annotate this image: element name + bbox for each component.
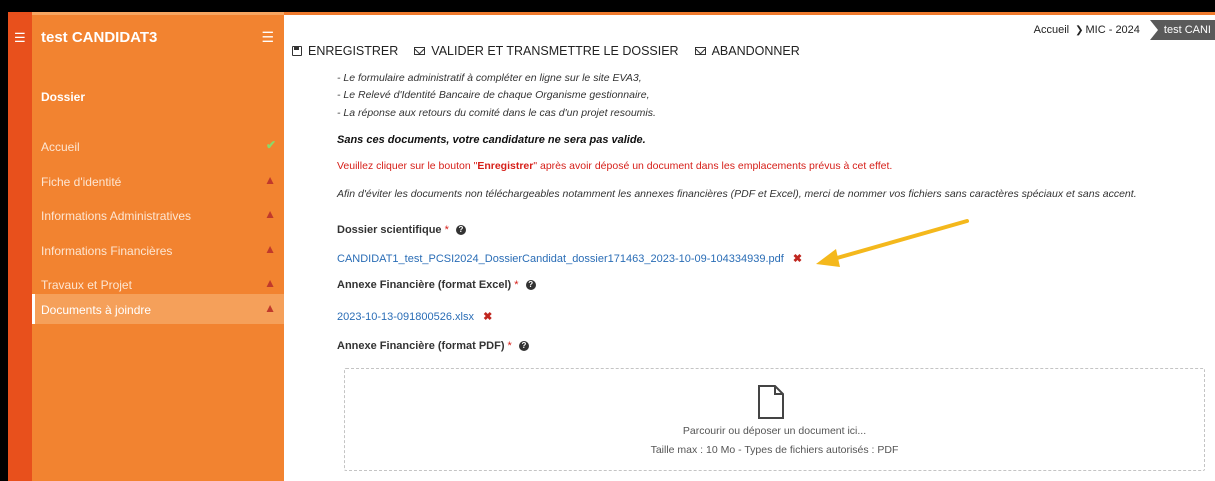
abandon-label: ABANDONNER — [711, 44, 800, 58]
breadcrumb-home[interactable]: Accueil — [1026, 24, 1075, 36]
warning-icon: ▲ — [264, 242, 276, 256]
instruction-line: - Le Relevé d'Identité Bancaire de chaqu… — [337, 89, 650, 101]
validate-submit-button[interactable]: VALIDER ET TRANSMETTRE LE DOSSIER — [414, 44, 679, 58]
envelope-icon — [414, 47, 426, 55]
floppy-icon — [292, 46, 302, 56]
pdf-dropzone[interactable]: Parcourir ou déposer un document ici... … — [344, 368, 1205, 471]
help-icon[interactable]: ? — [518, 341, 529, 352]
sidebar-item-informations-financieres[interactable]: Informations Financières ▲ — [32, 235, 284, 265]
main-panel: Accueil ❯ MIC - 2024 test CANI ENREGISTR… — [284, 12, 1215, 481]
dropzone-hint: Taille max : 10 Mo - Types de fichiers a… — [650, 444, 899, 456]
sidebar-item-label: Informations Administratives — [41, 209, 192, 223]
validate-label: VALIDER ET TRANSMETTRE LE DOSSIER — [431, 44, 679, 58]
annexe-excel-label: Annexe Financière (format Excel) * ? — [337, 279, 536, 291]
chevron-right-icon: ❯ — [1075, 24, 1084, 36]
required-marker: * — [444, 224, 449, 236]
instruction-line: - La réponse aux retours du comité dans … — [337, 107, 656, 119]
field-label-text: Dossier scientifique — [337, 224, 442, 236]
excel-file-row: 2023-10-13-091800526.xlsx ✖ — [337, 310, 492, 323]
annexe-pdf-label: Annexe Financière (format PDF) * ? — [337, 340, 529, 352]
sidebar-item-label: Documents à joindre — [41, 303, 152, 317]
sidebar-item-accueil[interactable]: Accueil ✔ — [32, 131, 284, 161]
help-icon[interactable]: ? — [525, 280, 536, 291]
field-label-text: Annexe Financière (format PDF) — [337, 340, 505, 352]
save-reminder-suffix: " après avoir déposé un document dans le… — [533, 160, 893, 172]
breadcrumb-campaign[interactable]: MIC - 2024 — [1084, 24, 1150, 36]
sidebar-item-label: Accueil — [41, 140, 80, 154]
sidebar-toggle-icon[interactable]: ☰ — [261, 29, 274, 46]
warning-icon: ▲ — [264, 276, 276, 290]
abandon-button[interactable]: ABANDONNER — [694, 44, 800, 58]
sidebar-section-title: Dossier — [41, 90, 86, 104]
breadcrumb-current: test CANI — [1149, 20, 1215, 40]
delete-icon[interactable]: ✖ — [793, 253, 802, 265]
save-reminder-prefix: Veuillez cliquer sur le bouton " — [337, 160, 478, 172]
dossier-scientifique-label: Dossier scientifique * ? — [337, 224, 466, 236]
dossier-file-link[interactable]: CANDIDAT1_test_PCSI2024_DossierCandidat_… — [337, 253, 784, 265]
save-label: ENREGISTRER — [308, 44, 399, 58]
sidebar-item-label: Informations Financières — [41, 244, 173, 258]
file-naming-advice: Afin d'éviter les documents non téléchar… — [337, 188, 1137, 200]
save-button[interactable]: ENREGISTRER — [292, 44, 398, 58]
sidebar: test CANDIDAT3 ☰ Dossier Accueil ✔ Fiche… — [32, 12, 284, 481]
instruction-line: - Le formulaire administratif à compléte… — [337, 72, 642, 84]
sidebar-header: test CANDIDAT3 ☰ — [32, 12, 284, 70]
sidebar-title: test CANDIDAT3 — [41, 29, 158, 46]
sidebar-item-documents-a-joindre[interactable]: Documents à joindre ▲ — [32, 294, 284, 324]
check-icon: ✔ — [265, 138, 276, 152]
side-rail: ☰ — [8, 12, 32, 481]
warning-icon: ▲ — [264, 207, 276, 221]
required-marker: * — [514, 279, 519, 291]
save-reminder-button-name: Enregistrer — [477, 160, 534, 172]
warning-icon: ▲ — [264, 301, 276, 315]
sidebar-item-label: Travaux et Projet — [41, 278, 132, 292]
toolbar: ENREGISTRER VALIDER ET TRANSMETTRE LE DO… — [292, 44, 800, 58]
top-accent-bar — [284, 12, 1215, 15]
delete-icon[interactable]: ✖ — [483, 311, 492, 323]
sidebar-item-informations-administratives[interactable]: Informations Administratives ▲ — [32, 200, 284, 230]
sidebar-item-label: Fiche d'identité — [41, 175, 122, 189]
field-label-text: Annexe Financière (format Excel) — [337, 279, 512, 291]
dossier-file-row: CANDIDAT1_test_PCSI2024_DossierCandidat_… — [337, 252, 802, 265]
dropzone-text: Parcourir ou déposer un document ici... — [682, 425, 867, 437]
excel-file-link[interactable]: 2023-10-13-091800526.xlsx — [337, 311, 474, 323]
required-marker: * — [507, 340, 512, 352]
annotation-arrow — [816, 219, 969, 267]
envelope-icon — [694, 47, 706, 55]
sidebar-item-fiche-identite[interactable]: Fiche d'identité ▲ — [32, 166, 284, 196]
document-icon — [758, 385, 784, 419]
help-icon[interactable]: ? — [455, 225, 466, 236]
menu-icon[interactable]: ☰ — [14, 31, 26, 44]
app-window: ☰ test CANDIDAT3 ☰ Dossier Accueil ✔ Fic… — [8, 12, 1215, 481]
warning-icon: ▲ — [264, 173, 276, 187]
validity-warning: Sans ces documents, votre candidature ne… — [337, 134, 646, 146]
save-reminder: Veuillez cliquer sur le bouton "Enregist… — [337, 160, 892, 172]
breadcrumb: Accueil ❯ MIC - 2024 test CANI — [1026, 20, 1215, 40]
